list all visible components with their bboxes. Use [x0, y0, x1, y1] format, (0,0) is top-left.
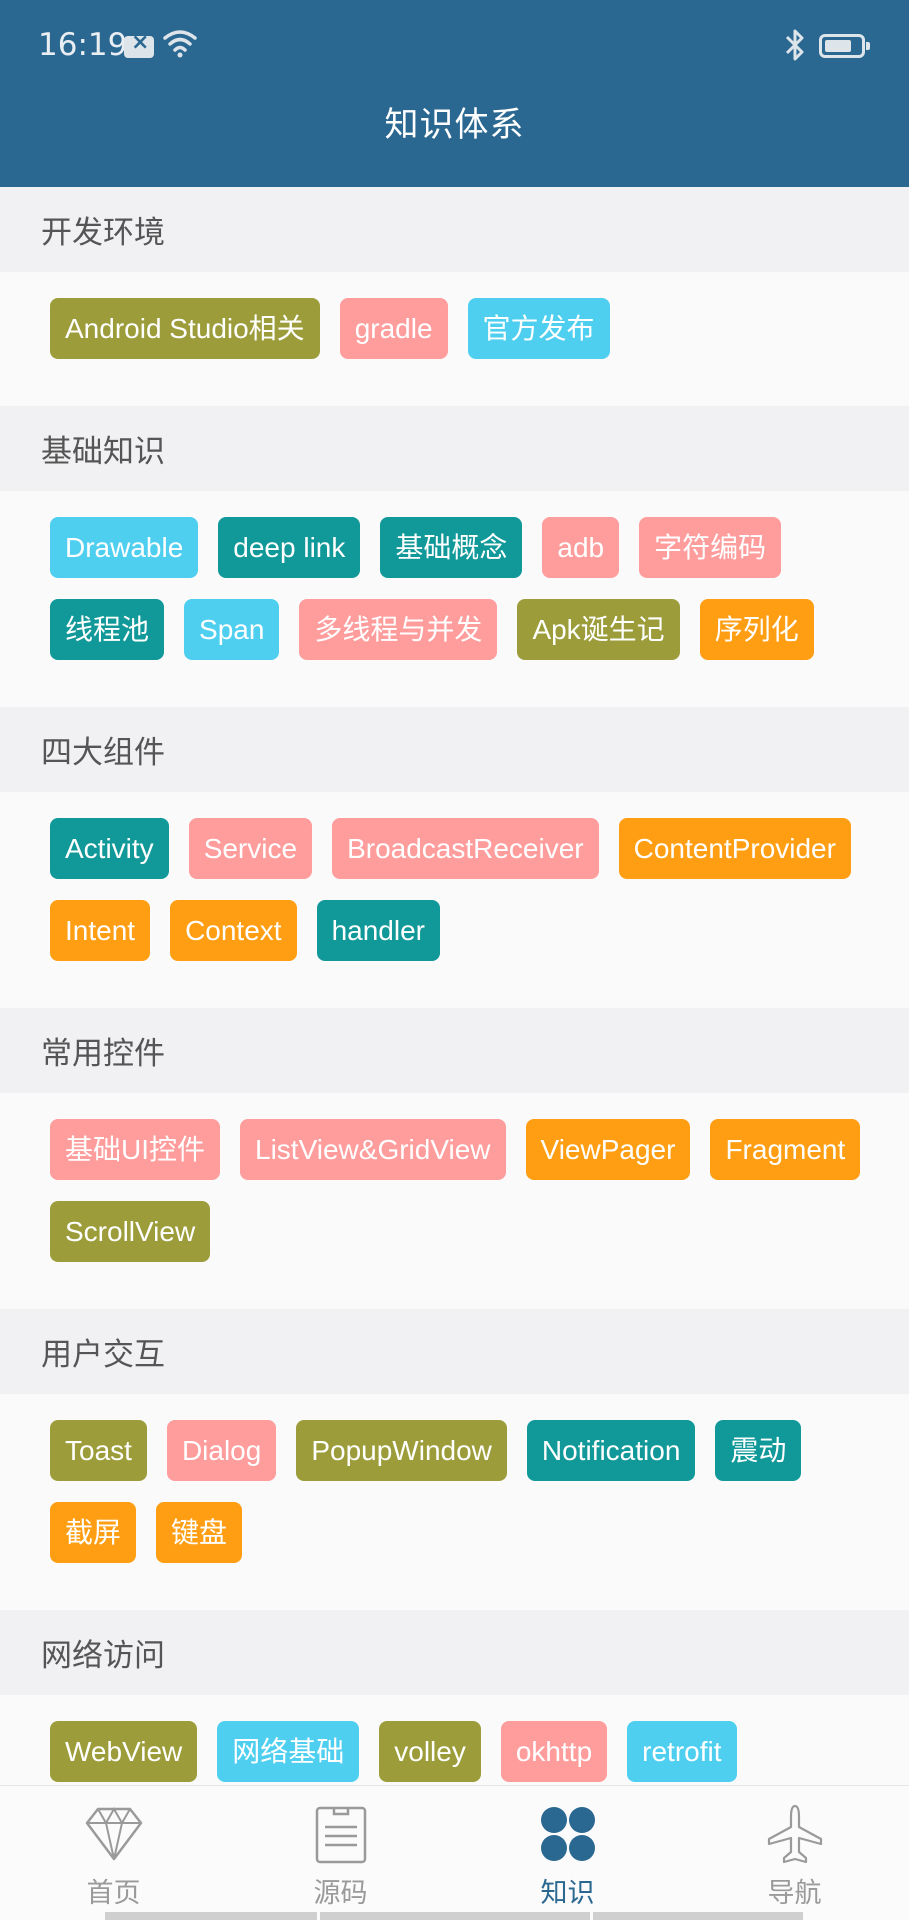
nav-label: 首页: [86, 1878, 141, 1909]
tag-list: Activity Service BroadcastReceiver ContentP…: [0, 792, 909, 1008]
tag-chip[interactable]: Dialog: [166, 1420, 277, 1481]
tag-chip[interactable]: deep link: [218, 517, 361, 578]
system-nav-indicator: [105, 1912, 317, 1920]
diamond-icon: [85, 1806, 143, 1861]
nav-item-home[interactable]: 首页: [0, 1786, 227, 1920]
tag-chip[interactable]: gradle: [339, 298, 448, 359]
system-nav-indicator: [320, 1912, 590, 1920]
nav-item-navigation[interactable]: 导航: [681, 1786, 908, 1920]
section-title: 开发环境: [0, 187, 909, 272]
section-title: 四大组件: [0, 707, 909, 792]
tag-chip[interactable]: retrofit: [627, 1721, 737, 1782]
tag-chip[interactable]: ScrollView: [50, 1201, 211, 1262]
tag-chip[interactable]: 多线程与并发: [299, 599, 498, 660]
tag-chip[interactable]: PopupWindow: [296, 1420, 507, 1481]
tag-chip[interactable]: Notification: [526, 1420, 696, 1481]
tag-chip[interactable]: volley: [379, 1721, 481, 1782]
tag-chip[interactable]: Apk诞生记: [517, 599, 680, 660]
app-bar: 16:19 知识体系: [0, 0, 909, 187]
tag-chip[interactable]: ListView&GridView: [240, 1119, 506, 1180]
tag-chip[interactable]: handler: [316, 900, 440, 961]
tag-chip[interactable]: 字符编码: [639, 517, 782, 578]
tag-chip[interactable]: Intent: [50, 900, 151, 961]
tag-chip[interactable]: Drawable: [50, 517, 199, 578]
tag-chip[interactable]: Activity: [50, 818, 169, 879]
tag-chip[interactable]: WebView: [50, 1721, 198, 1782]
page-title: 知识体系: [384, 105, 525, 145]
tag-chip[interactable]: adb: [542, 517, 620, 578]
tag-chip[interactable]: okhttp: [500, 1721, 608, 1782]
tag-list: WebView网络基础volleyokhttpretrofit数据解析https: [0, 1695, 909, 1785]
battery-icon: [819, 34, 870, 58]
status-time: 16:19: [38, 27, 128, 63]
tag-chip[interactable]: 键盘: [156, 1502, 243, 1563]
bluetooth-icon: [785, 29, 804, 61]
tag-list: Android Studio相关 gradle 官方发布: [0, 272, 909, 406]
document-icon: [315, 1806, 367, 1864]
no-sim-icon: [124, 30, 154, 58]
tag-chip[interactable]: 网络基础: [217, 1721, 360, 1782]
tag-chip[interactable]: Context: [170, 900, 297, 961]
tag-chip[interactable]: Service: [188, 818, 313, 879]
section-title: 基础知识: [0, 406, 909, 491]
tag-chip[interactable]: 基础概念: [380, 517, 523, 578]
nav-label: 源码: [313, 1878, 368, 1909]
grid-icon: [541, 1807, 595, 1861]
section-title: 用户交互: [0, 1309, 909, 1394]
tag-chip[interactable]: Android Studio相关: [50, 298, 320, 359]
knowledge-list[interactable]: 开发环境 Android Studio相关 gradle 官方发布 基础知识 Drawab…: [0, 187, 909, 1785]
airplane-icon: [767, 1804, 823, 1864]
tag-chip[interactable]: 序列化: [699, 599, 814, 660]
tag-list: 基础UI控件 ListView&GridView ViewPager Fragment…: [0, 1093, 909, 1309]
nav-label: 导航: [767, 1878, 822, 1909]
system-nav-indicator: [593, 1912, 803, 1920]
tag-chip[interactable]: 截屏: [50, 1502, 137, 1563]
tag-list: Toast Dialog PopupWindow Notification 震动截屏 键盘: [0, 1394, 909, 1610]
tag-chip[interactable]: 震动: [715, 1420, 802, 1481]
nav-item-source[interactable]: 源码: [227, 1786, 454, 1920]
tag-chip[interactable]: 线程池: [50, 599, 165, 660]
tag-chip[interactable]: ContentProvider: [618, 818, 851, 879]
tag-chip[interactable]: ViewPager: [525, 1119, 691, 1180]
tag-chip[interactable]: Fragment: [710, 1119, 861, 1180]
status-bar: 16:19: [0, 0, 909, 92]
bottom-navigation: 首页 源码 知识 导航: [0, 1785, 909, 1920]
tag-chip[interactable]: 官方发布: [467, 298, 610, 359]
nav-label: 知识: [540, 1878, 595, 1909]
tag-list: Drawable deep link 基础概念 adb 字符编码线程池 Span 多线程与并…: [0, 491, 909, 707]
tag-chip[interactable]: Toast: [50, 1420, 147, 1481]
section-title: 网络访问: [0, 1610, 909, 1695]
section-title: 常用控件: [0, 1008, 909, 1093]
wifi-icon: [163, 30, 197, 58]
tag-chip[interactable]: 基础UI控件: [50, 1119, 221, 1180]
tag-chip[interactable]: Span: [184, 599, 280, 660]
tag-chip[interactable]: BroadcastReceiver: [332, 818, 599, 879]
nav-item-knowledge[interactable]: 知识: [454, 1786, 681, 1920]
